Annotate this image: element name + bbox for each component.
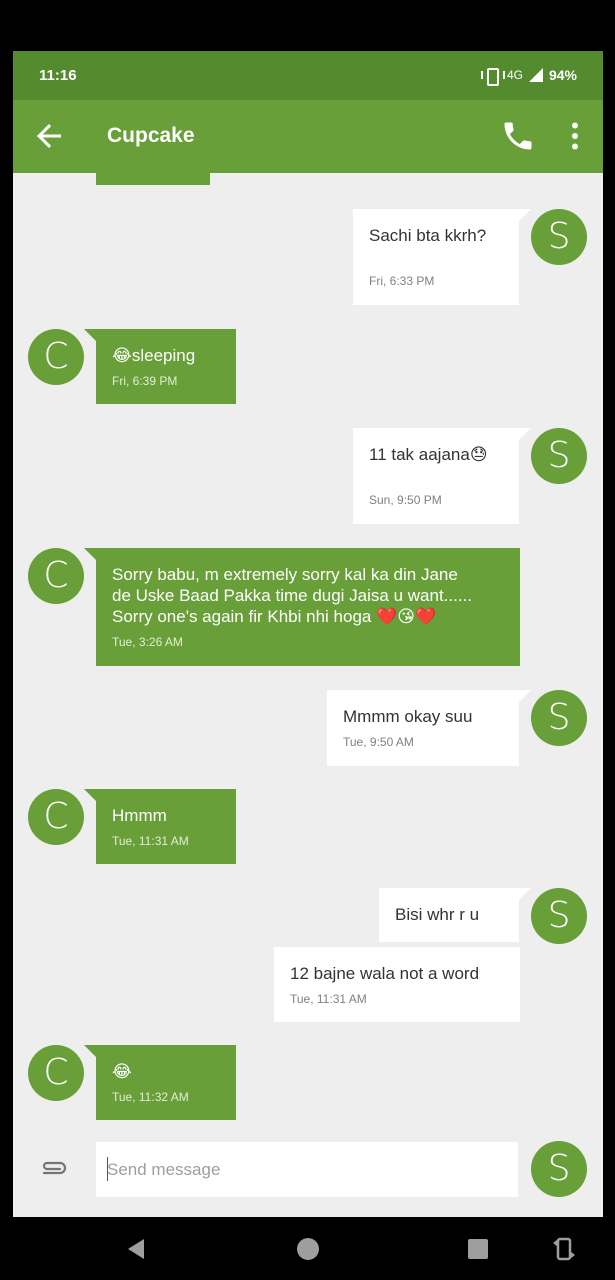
message-time: Tue, 3:26 AM xyxy=(112,635,183,649)
message-bubble-sent[interactable]: 12 bajne wala not a word Tue, 11:31 AM xyxy=(274,947,520,1022)
message-text: Hmmm xyxy=(112,806,167,825)
message-time: Tue, 11:31 AM xyxy=(290,992,367,1006)
message-text: 11 tak aajana😓 xyxy=(369,445,488,464)
nav-home-icon xyxy=(297,1238,319,1260)
vibrate-icon xyxy=(480,68,505,86)
message-text: Bisi whr r u xyxy=(395,905,480,924)
self-avatar[interactable]: S xyxy=(531,888,587,944)
arrow-left-icon xyxy=(37,124,61,148)
self-avatar[interactable]: S xyxy=(531,209,587,265)
contact-avatar[interactable]: C xyxy=(28,1045,84,1101)
attach-button[interactable] xyxy=(38,1153,72,1187)
message-bubble-sent[interactable]: Sachi bta kkrh? Fri, 6:33 PM xyxy=(353,209,531,305)
system-nav-bar xyxy=(0,1217,615,1280)
call-button[interactable] xyxy=(500,118,536,154)
bubble-tail xyxy=(84,789,96,801)
more-options-button[interactable] xyxy=(557,118,593,154)
message-input[interactable] xyxy=(96,1142,518,1197)
message-text: 😂sleeping xyxy=(112,346,196,365)
message-text: Sachi bta kkrh? xyxy=(369,226,487,245)
rotate-button[interactable] xyxy=(550,1235,578,1263)
message-bubble-sent[interactable]: 11 tak aajana😓 Sun, 9:50 PM xyxy=(353,428,531,524)
message-text: 12 bajne wala not a word xyxy=(290,964,480,983)
message-text: Mmmm okay suu xyxy=(343,707,473,726)
message-bubble-received[interactable]: 😂 Tue, 11:32 AM xyxy=(84,1045,236,1120)
app-toolbar: Cupcake xyxy=(13,100,603,173)
bubble-tail xyxy=(519,209,531,221)
text-caret xyxy=(107,1157,108,1181)
phone-icon xyxy=(504,122,532,150)
contact-avatar[interactable]: C xyxy=(28,789,84,845)
message-list[interactable]: Sachi bta kkrh? Fri, 6:33 PM S C 😂sleepi… xyxy=(13,173,603,1139)
nav-recents-icon xyxy=(468,1239,488,1259)
rotate-icon xyxy=(553,1237,575,1261)
network-type: 4G xyxy=(506,68,523,82)
self-avatar[interactable]: S xyxy=(531,428,587,484)
signal-icon xyxy=(528,68,543,82)
compose-bar: S xyxy=(13,1139,603,1217)
nav-back-button[interactable] xyxy=(122,1235,150,1263)
message-text: 😂 xyxy=(112,1062,132,1081)
message-text-line: Sorry one's again fir Khbi nhi hoga ❤️😘❤… xyxy=(112,607,437,626)
bubble-tail xyxy=(84,548,96,560)
contact-avatar[interactable]: C xyxy=(28,548,84,604)
message-bubble-received[interactable]: 😂sleeping Fri, 6:39 PM xyxy=(84,329,236,404)
nav-back-icon xyxy=(128,1239,144,1259)
back-button[interactable] xyxy=(31,118,67,154)
bubble-tail xyxy=(84,1045,96,1057)
bubble-tail xyxy=(519,428,531,440)
more-vert-icon xyxy=(572,122,578,150)
status-indicators: 4G 94% xyxy=(480,67,577,86)
status-bar: 11:16 4G 94% xyxy=(13,51,603,100)
send-button[interactable]: S xyxy=(531,1141,587,1197)
messaging-screen: 11:16 4G 94% Cupcake Sachi bta kkrh? Fri… xyxy=(13,51,603,1217)
nav-recents-button[interactable] xyxy=(464,1235,492,1263)
message-time: Tue, 11:32 AM xyxy=(112,1090,189,1104)
message-time: Sun, 9:50 PM xyxy=(369,493,442,507)
message-bubble-sent[interactable]: Mmmm okay suu Tue, 9:50 AM xyxy=(327,690,531,766)
message-bubble-partial xyxy=(96,173,210,185)
self-avatar[interactable]: S xyxy=(531,690,587,746)
message-bubble-sent[interactable]: Bisi whr r u xyxy=(379,888,531,942)
message-time: Tue, 9:50 AM xyxy=(343,735,414,749)
battery-level: 94% xyxy=(548,67,577,83)
status-time: 11:16 xyxy=(39,67,77,84)
contact-avatar[interactable]: C xyxy=(28,329,84,385)
message-bubble-received[interactable]: Hmmm Tue, 11:31 AM xyxy=(84,789,236,864)
bubble-tail xyxy=(84,329,96,341)
paperclip-icon xyxy=(42,1161,67,1175)
conversation-title: Cupcake xyxy=(107,124,195,147)
message-time: Fri, 6:39 PM xyxy=(112,374,178,388)
message-time: Tue, 11:31 AM xyxy=(112,834,189,848)
message-text-line: de Uske Baad Pakka time dugi Jaisa u wan… xyxy=(112,586,473,605)
message-text-line: Sorry babu, m extremely sorry kal ka din… xyxy=(112,565,458,584)
bubble-tail xyxy=(519,690,531,702)
message-time: Fri, 6:33 PM xyxy=(369,274,435,288)
bubble-tail xyxy=(519,888,531,900)
nav-home-button[interactable] xyxy=(294,1235,322,1263)
message-bubble-received[interactable]: Sorry babu, m extremely sorry kal ka din… xyxy=(84,548,520,666)
